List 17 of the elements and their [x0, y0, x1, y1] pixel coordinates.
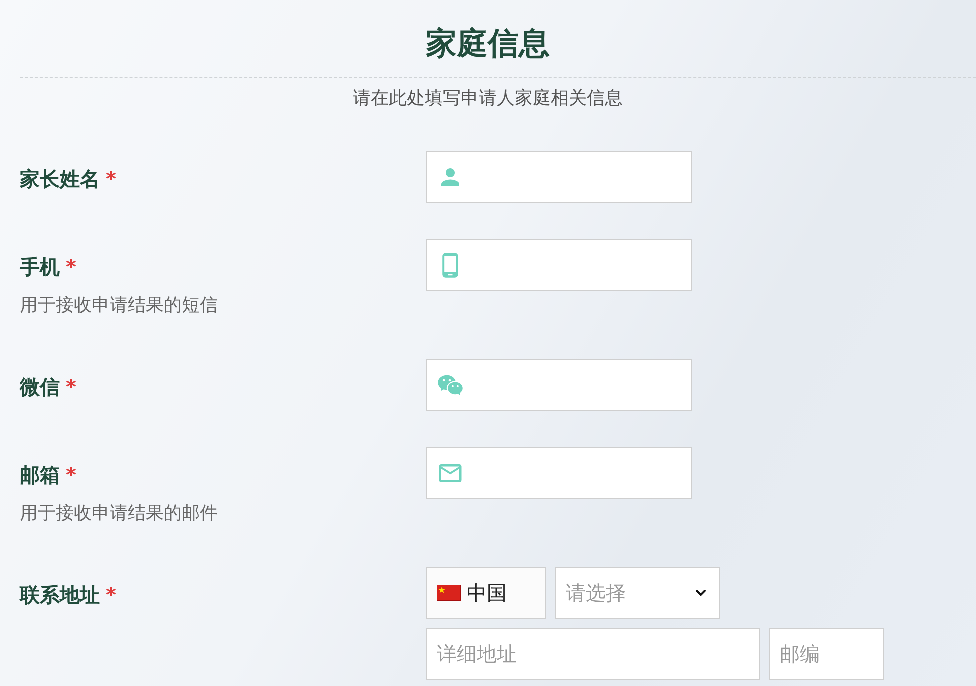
field-label: 联系地址 *	[20, 583, 116, 607]
field-label: 邮箱 *	[20, 463, 76, 487]
field-hint: 用于接收申请结果的短信	[20, 294, 219, 318]
postcode-input[interactable]: 邮编	[769, 628, 884, 680]
input-field[interactable]	[426, 151, 692, 203]
field-label: 家长姓名 *	[20, 167, 116, 191]
page-subtitle: 请在此处填写申请人家庭相关信息	[352, 87, 624, 111]
input-field[interactable]	[426, 447, 692, 499]
flag-icon	[437, 585, 461, 601]
field-hint: 用于接收申请结果的邮件	[20, 502, 219, 526]
input-field[interactable]	[426, 239, 692, 291]
field-label: 手机 *	[20, 255, 76, 279]
address-input[interactable]: 详细地址	[426, 628, 760, 680]
country-selector[interactable]: 中国	[426, 567, 546, 619]
page-title: 家庭信息	[425, 25, 551, 64]
input-field[interactable]	[426, 359, 692, 411]
field-label: 微信 *	[20, 375, 76, 399]
